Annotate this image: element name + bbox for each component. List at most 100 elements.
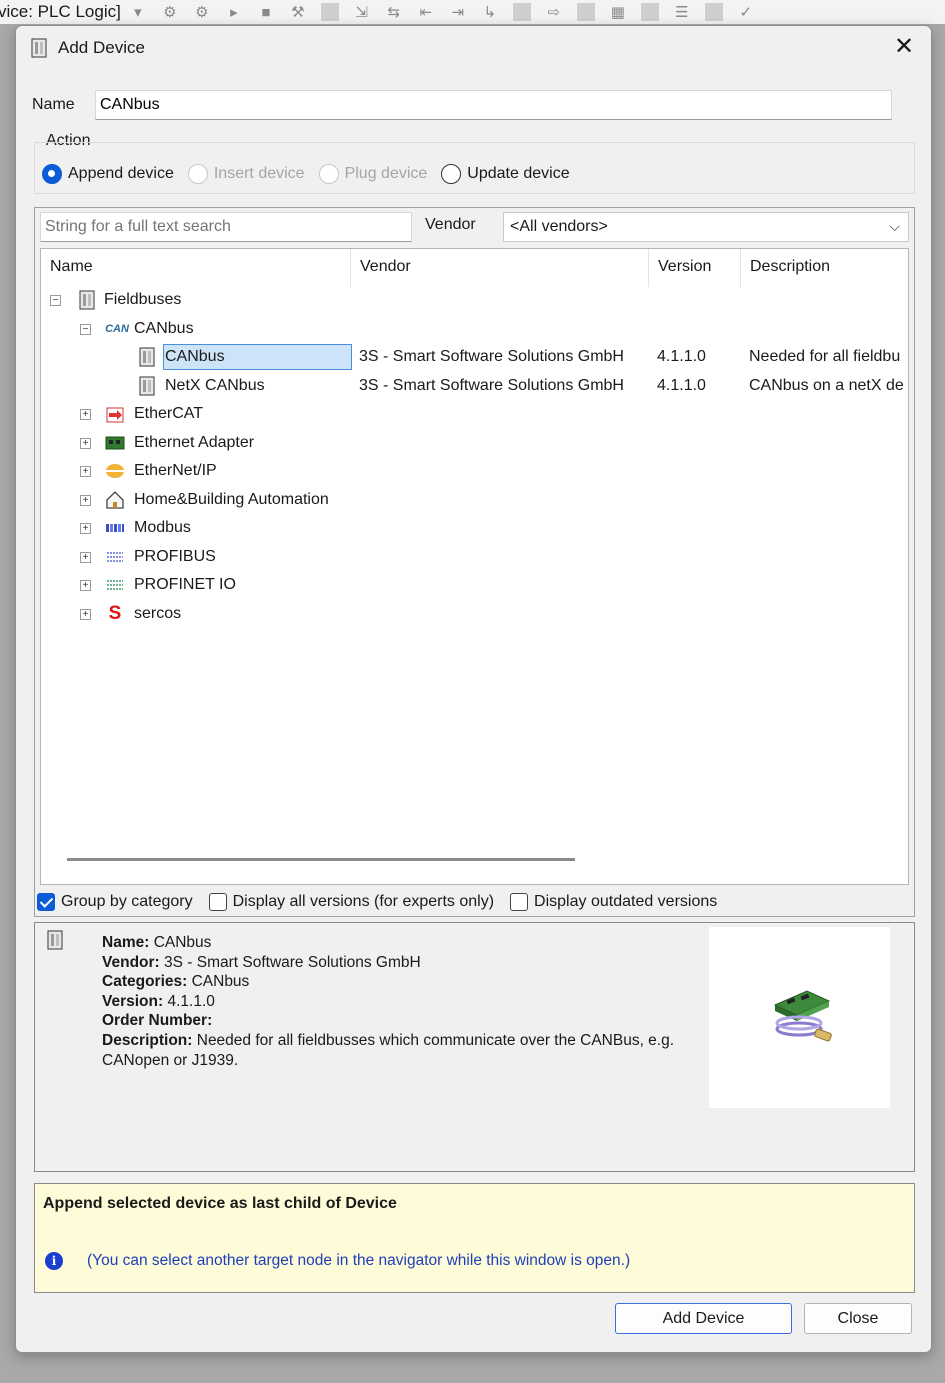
house-icon bbox=[106, 491, 124, 509]
step-into-icon[interactable]: ⇲ bbox=[353, 3, 371, 21]
ethernet-adapter-icon bbox=[105, 436, 125, 450]
display-outdated-checkbox[interactable]: Display outdated versions bbox=[510, 893, 717, 911]
column-header-description[interactable]: Description bbox=[741, 249, 908, 287]
device-catalog-panel: Vendor <All vendors> ⌵ Name Vendor Versi… bbox=[34, 207, 915, 917]
step-over-icon[interactable]: ⇆ bbox=[385, 3, 403, 21]
device-info-panel: Name: CANbus Vendor: 3S - Smart Software… bbox=[34, 922, 915, 1172]
update-device-radio[interactable]: Update device bbox=[441, 164, 570, 184]
checkbox-box bbox=[208, 893, 227, 911]
run-icon[interactable]: ▸ bbox=[225, 3, 243, 21]
vendor-label: Vendor bbox=[425, 216, 476, 233]
append-hint-panel: Append selected device as last child of … bbox=[34, 1183, 915, 1293]
tree-row-sercos[interactable]: + S sercos bbox=[41, 601, 908, 629]
collapse-icon[interactable]: − bbox=[80, 324, 91, 335]
device-module-icon bbox=[79, 290, 95, 310]
name-input[interactable] bbox=[95, 90, 892, 120]
tree-row-canbus-device[interactable]: CANbus 3S - Smart Software Solutions Gmb… bbox=[41, 344, 908, 372]
gear-login-icon[interactable]: ⚙ bbox=[161, 3, 179, 21]
group-by-category-label: Group by category bbox=[61, 893, 193, 910]
dropdown-arrow-icon[interactable]: ▾ bbox=[129, 3, 147, 21]
append-device-label: Append device bbox=[68, 165, 174, 182]
info-icon: i bbox=[45, 1252, 63, 1270]
insert-device-radio[interactable]: Insert device bbox=[187, 164, 305, 184]
gear-logout-icon[interactable]: ⚙ bbox=[193, 3, 211, 21]
tree-row-canbus-category[interactable]: − CAN CANbus bbox=[41, 316, 908, 344]
expand-icon[interactable]: + bbox=[80, 438, 91, 449]
jump-icon[interactable]: ↳ bbox=[481, 3, 499, 21]
info-vendor-value: 3S - Smart Software Solutions GmbH bbox=[159, 953, 421, 971]
toolbar-separator bbox=[320, 3, 339, 21]
display-all-versions-label: Display all versions (for experts only) bbox=[232, 893, 495, 910]
info-vendor-key: Vendor: bbox=[102, 953, 160, 971]
action-radio-row: Append device Insert device Plug device … bbox=[42, 164, 570, 184]
device-info-text: Name: CANbus Vendor: 3S - Smart Software… bbox=[102, 933, 692, 1070]
tree-row-netx-canbus[interactable]: NetX CANbus 3S - Smart Software Solution… bbox=[41, 373, 908, 401]
wrench-icon[interactable]: ⚒ bbox=[289, 3, 307, 21]
add-device-dialog: Add Device ✕ Name Action Append device I… bbox=[15, 25, 932, 1353]
radio-dot bbox=[441, 164, 462, 184]
info-name-value: CANbus bbox=[149, 934, 212, 951]
dialog-title: Add Device bbox=[58, 38, 145, 57]
expand-icon[interactable]: + bbox=[80, 552, 91, 563]
dialog-titlebar: Add Device ✕ bbox=[16, 26, 931, 70]
expand-icon[interactable]: + bbox=[80, 409, 91, 420]
expand-icon[interactable]: + bbox=[80, 495, 91, 506]
append-device-radio[interactable]: Append device bbox=[42, 164, 174, 184]
tree-label: Ethernet Adapter bbox=[134, 434, 255, 451]
plug-device-label: Plug device bbox=[344, 165, 428, 182]
tree-row-profinet[interactable]: + PROFINET IO bbox=[41, 572, 908, 600]
arrow-right-icon[interactable]: ⇨ bbox=[545, 3, 563, 21]
check-tool-icon[interactable]: ✓ bbox=[737, 3, 755, 21]
indent-icon[interactable]: ⇥ bbox=[449, 3, 467, 21]
toolbar-separator bbox=[512, 3, 531, 21]
tree-row-modbus[interactable]: + Modbus bbox=[41, 515, 908, 543]
close-icon[interactable]: ✕ bbox=[891, 34, 917, 60]
vendor-select[interactable]: <All vendors> ⌵ bbox=[503, 212, 909, 242]
step-out-icon[interactable]: ⇤ bbox=[417, 3, 435, 21]
filter-icon[interactable]: ☰ bbox=[673, 3, 691, 21]
version-cell: 4.1.1.0 bbox=[657, 348, 706, 365]
info-description-key: Description: bbox=[102, 1031, 193, 1049]
device-tree: Name Vendor Version Description − Fieldb… bbox=[40, 248, 909, 885]
ethercat-icon bbox=[106, 407, 124, 423]
toolbar-separator bbox=[640, 3, 659, 21]
info-version-key: Version: bbox=[102, 992, 164, 1010]
tree-row-ethernet-ip[interactable]: + EtherNet/IP bbox=[41, 458, 908, 486]
insert-device-label: Insert device bbox=[213, 165, 305, 182]
close-button[interactable]: Close bbox=[804, 1303, 912, 1334]
expand-icon[interactable]: + bbox=[80, 609, 91, 620]
tree-label: CANbus bbox=[165, 348, 225, 365]
expand-icon[interactable]: + bbox=[80, 523, 91, 534]
tree-row-profibus[interactable]: + PROFIBUS bbox=[41, 544, 908, 572]
tree-label: EtherNet/IP bbox=[134, 462, 217, 479]
profinet-icon bbox=[107, 580, 123, 590]
column-header-vendor[interactable]: Vendor bbox=[351, 249, 649, 287]
vendor-cell: 3S - Smart Software Solutions GmbH bbox=[359, 348, 624, 365]
vendor-cell: 3S - Smart Software Solutions GmbH bbox=[359, 377, 624, 394]
vendor-selected-value: <All vendors> bbox=[510, 218, 608, 235]
tree-row-ethercat[interactable]: + EtherCAT bbox=[41, 401, 908, 429]
add-device-button[interactable]: Add Device bbox=[615, 1303, 792, 1334]
update-device-label: Update device bbox=[467, 165, 570, 182]
plug-device-radio[interactable]: Plug device bbox=[318, 164, 428, 184]
group-by-category-checkbox[interactable]: Group by category bbox=[37, 893, 193, 911]
tree-row-ethernet-adapter[interactable]: + Ethernet Adapter bbox=[41, 430, 908, 458]
action-group: Append device Insert device Plug device … bbox=[34, 142, 915, 194]
info-categories-value: CANbus bbox=[187, 973, 250, 991]
stop-icon[interactable]: ■ bbox=[257, 4, 275, 21]
collapse-icon[interactable]: − bbox=[50, 295, 61, 306]
tree-row-fieldbuses[interactable]: − Fieldbuses bbox=[41, 287, 908, 315]
expand-icon[interactable]: + bbox=[80, 580, 91, 591]
column-header-version[interactable]: Version bbox=[649, 249, 741, 287]
display-all-versions-checkbox[interactable]: Display all versions (for experts only) bbox=[208, 893, 495, 911]
tree-header: Name Vendor Version Description bbox=[41, 249, 908, 287]
device-preview-image bbox=[709, 927, 890, 1108]
full-text-search-input[interactable] bbox=[40, 212, 412, 242]
tree-label: Fieldbuses bbox=[104, 291, 182, 308]
grid-icon[interactable]: ▦ bbox=[609, 3, 627, 21]
horizontal-scrollbar[interactable] bbox=[67, 858, 575, 861]
column-header-name[interactable]: Name bbox=[41, 249, 351, 287]
description-cell: CANbus on a netX de bbox=[749, 377, 904, 394]
expand-icon[interactable]: + bbox=[80, 466, 91, 477]
tree-row-home-building[interactable]: + Home&Building Automation bbox=[41, 487, 908, 515]
